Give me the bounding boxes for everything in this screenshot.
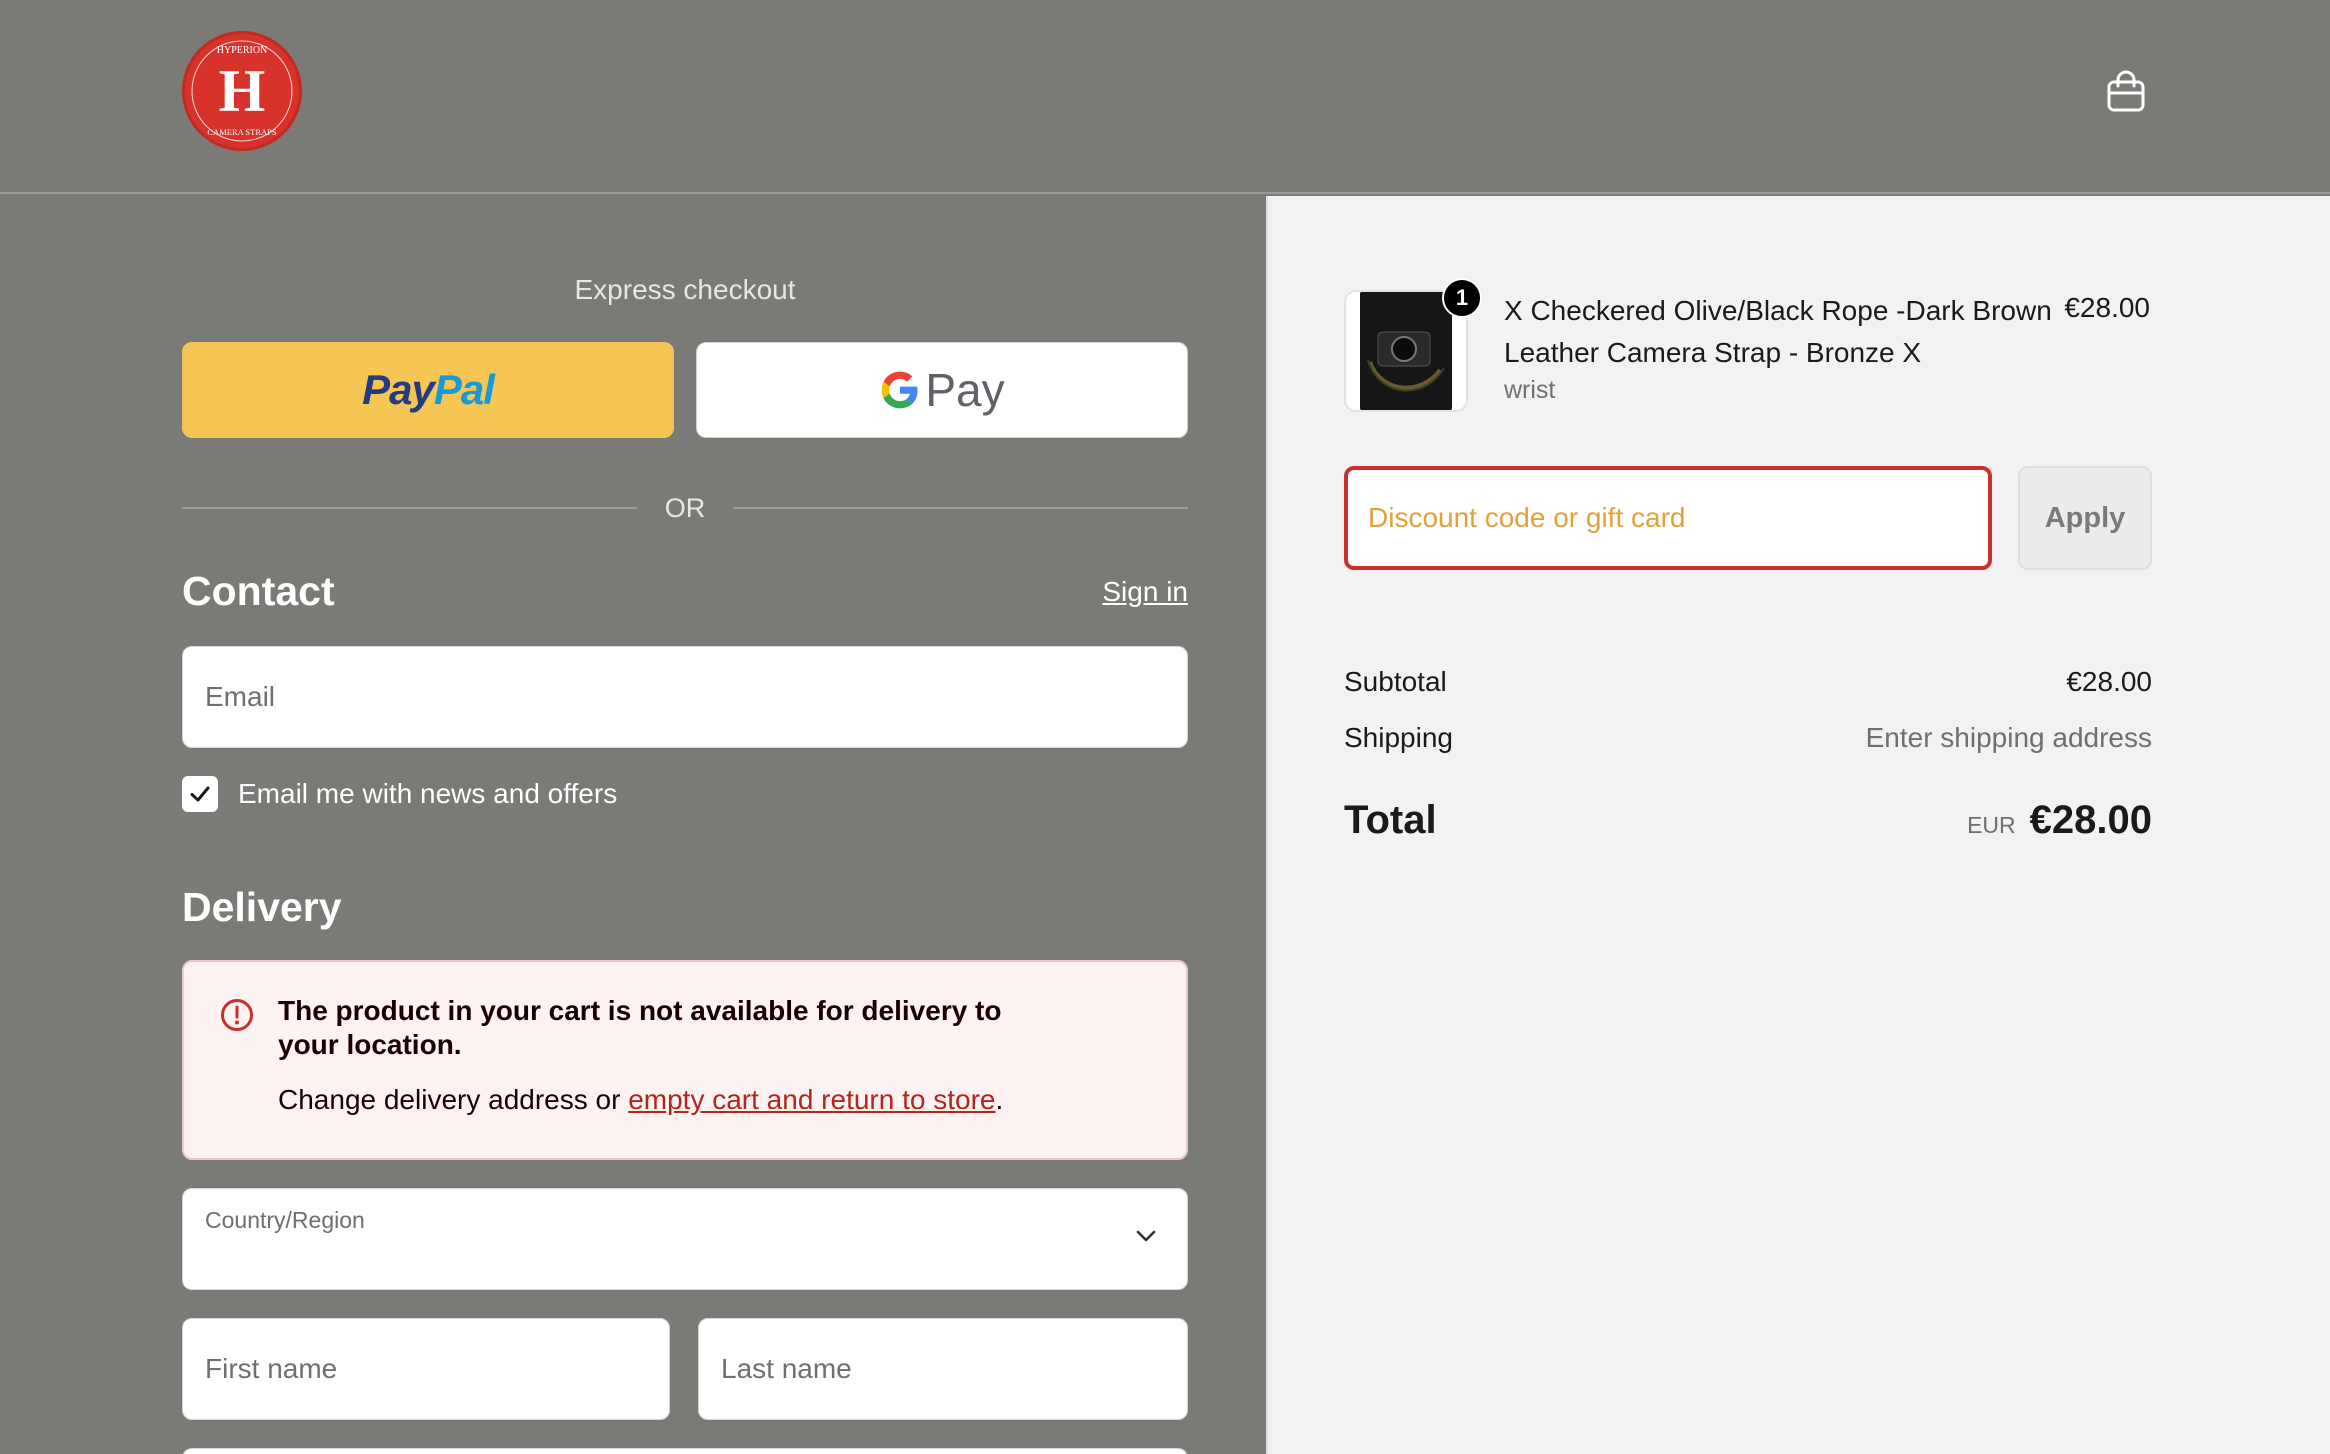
last-name-placeholder: Last name <box>721 1353 852 1384</box>
google-pay-button[interactable]: Pay <box>696 342 1188 438</box>
discount-code-input[interactable] <box>1368 502 1988 534</box>
checkmark-icon <box>190 786 210 802</box>
alert-body: Change delivery address or empty cart an… <box>278 1084 1004 1115</box>
total-row: Total EUR €28.00 <box>1344 798 2152 843</box>
email-placeholder: Email <box>205 681 276 712</box>
divider-line-left <box>182 507 637 509</box>
delivery-heading: Delivery <box>182 884 342 930</box>
site-header: HYPERION H CAMERA STRAPS <box>0 0 2330 194</box>
newsletter-label: Email me with news and offers <box>238 778 618 809</box>
order-summary: 1 X Checkered Olive/Black Rope -Dark Bro… <box>1266 196 2330 1454</box>
google-pay-label: Pay <box>925 364 1005 416</box>
divider-line-right <box>733 507 1188 509</box>
shipping-value: Enter shipping address <box>1865 722 2152 753</box>
newsletter-option[interactable]: Email me with news and offers <box>182 776 617 812</box>
logo-monogram: H <box>219 58 266 124</box>
express-checkout-title: Express checkout <box>574 274 796 305</box>
discount-code-field[interactable] <box>1344 466 1992 570</box>
subtotal-row: Subtotal €28.00 <box>1344 666 2152 698</box>
total-amount: €28.00 <box>2029 798 2152 842</box>
delivery-unavailable-alert: The product in your cart is not availabl… <box>182 960 1188 1160</box>
logo-mark: HYPERION H CAMERA STRAPS <box>186 35 298 147</box>
currency-code: EUR <box>1967 812 2016 838</box>
quantity-badge: 1 <box>1442 278 1482 318</box>
hyperion-logo[interactable]: HYPERION H CAMERA STRAPS <box>182 31 302 151</box>
chevron-down-icon <box>1136 1230 1156 1242</box>
cart-button[interactable] <box>2104 66 2148 116</box>
google-pay-logo: Pay <box>879 363 1005 417</box>
sign-in-link[interactable]: Sign in <box>1102 576 1188 608</box>
subtotal-value: €28.00 <box>2066 666 2152 697</box>
empty-cart-link[interactable]: empty cart and return to store <box>628 1084 995 1115</box>
paypal-button[interactable]: PayPal <box>182 342 674 438</box>
country-select[interactable]: Country/Region <box>182 1188 1188 1290</box>
first-name-placeholder: First name <box>205 1353 338 1384</box>
newsletter-checkbox[interactable] <box>182 776 218 812</box>
camera-strap-image <box>1360 292 1452 410</box>
checkout-form: Express checkout PayPal Pay OR Contact S… <box>0 196 1266 1454</box>
address-field[interactable] <box>182 1448 1188 1454</box>
country-label: Country/Region <box>205 1207 365 1233</box>
total-value-group: EUR €28.00 <box>1967 798 2152 843</box>
shipping-row: Shipping Enter shipping address <box>1344 722 2152 754</box>
apply-discount-button[interactable]: Apply <box>2018 466 2152 570</box>
product-name: X Checkered Olive/Black Rope -Dark Brown… <box>1504 295 2052 368</box>
alert-circle-icon <box>221 999 253 1031</box>
shopping-bag-icon <box>2107 70 2145 112</box>
email-field[interactable]: Email <box>182 646 1188 748</box>
or-label: OR <box>664 492 706 523</box>
google-g-icon <box>881 371 918 409</box>
first-name-field[interactable]: First name <box>182 1318 670 1420</box>
contact-heading: Contact <box>182 568 335 614</box>
product-image <box>1360 292 1452 410</box>
product-variant: wrist <box>1504 376 1556 404</box>
product-price: €28.00 <box>2064 292 2150 323</box>
alert-title: The product in your cart is not availabl… <box>278 995 1002 1060</box>
total-label: Total <box>1344 798 1437 842</box>
last-name-field[interactable]: Last name <box>698 1318 1188 1420</box>
logo-top-text: HYPERION <box>217 45 268 56</box>
paypal-logo: PayPal <box>362 366 495 413</box>
logo-bottom-text: CAMERA STRAPS <box>207 127 276 137</box>
or-divider: OR <box>182 490 1188 526</box>
shipping-label: Shipping <box>1344 722 1453 753</box>
subtotal-label: Subtotal <box>1344 666 1447 697</box>
